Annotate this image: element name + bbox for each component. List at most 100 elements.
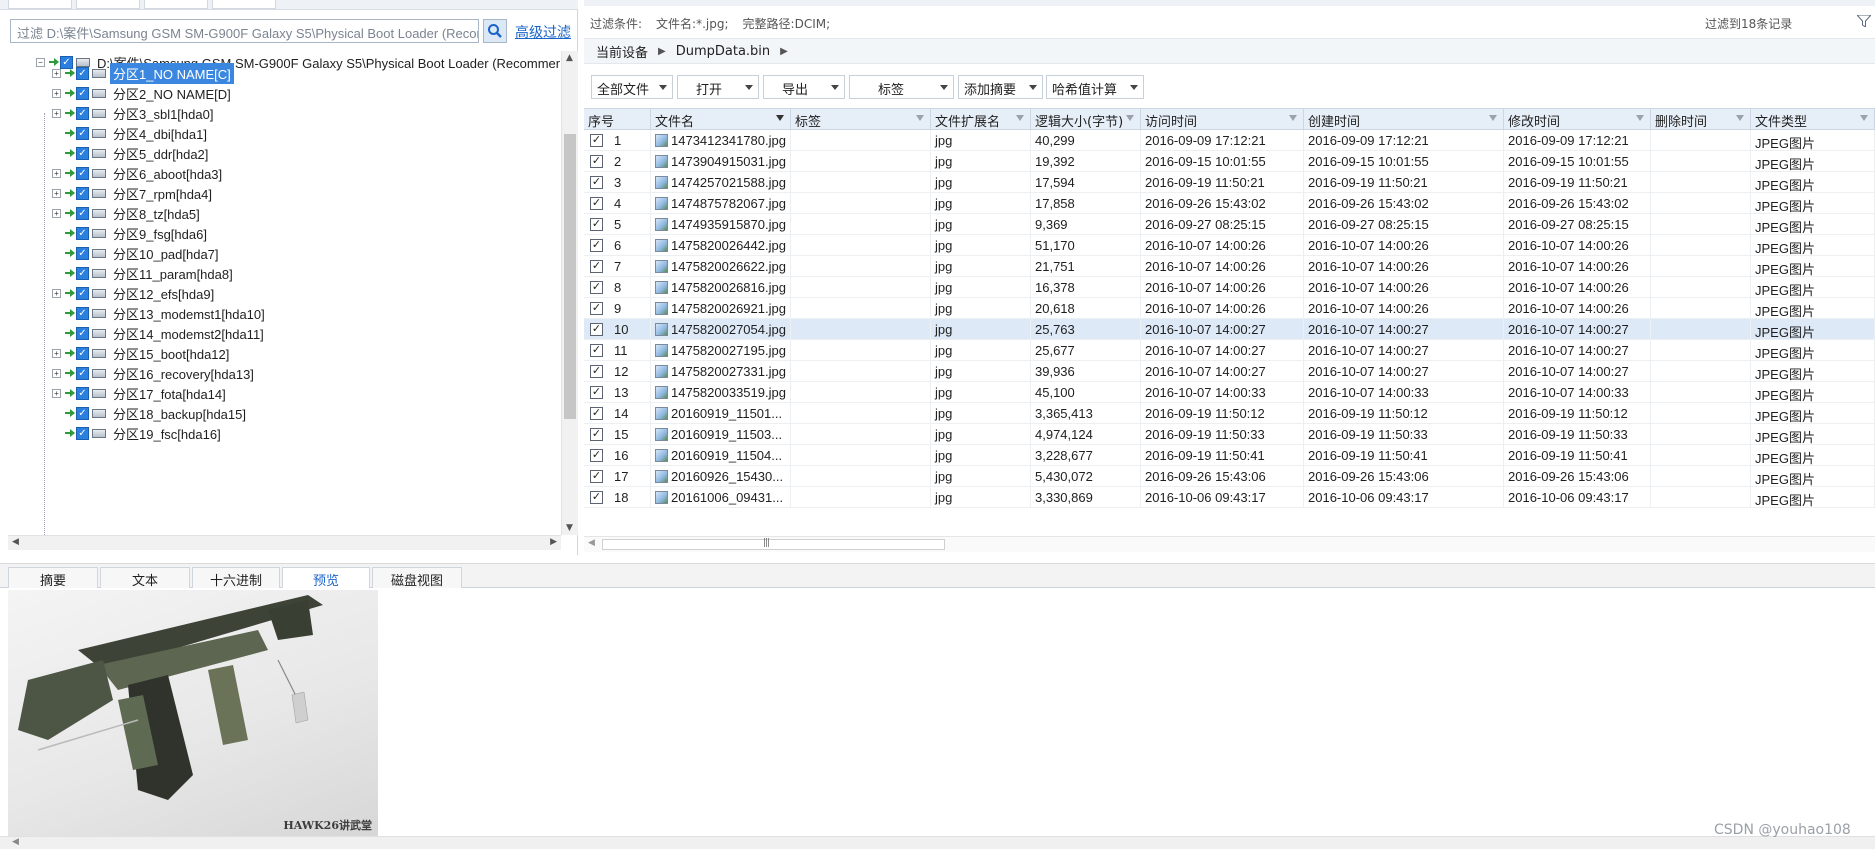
column-filter-icon[interactable] [916,115,924,121]
tree-item-partition[interactable]: ✓ 分区4_dbi[hda1] [52,122,210,144]
tree-checkbox[interactable]: ✓ [76,326,89,340]
table-row[interactable]: ✓ 1 1473412341780.jpg jpg 40,299 2016-09-09 1… [584,130,1875,151]
table-row[interactable]: ✓ 14 20160919_11501... jpg 3,365,413 2016-09-… [584,403,1875,424]
header-col-tag[interactable]: 标签 [791,109,931,130]
row-checkbox[interactable]: ✓ [590,239,603,252]
header-col-access-time[interactable]: 访问时间 [1141,109,1304,130]
tree-checkbox[interactable]: ✓ [76,406,89,420]
header-col-modified-time[interactable]: 修改时间 [1504,109,1651,130]
row-checkbox[interactable]: ✓ [590,197,603,210]
table-row[interactable]: ✓ 12 1475820027331.jpg jpg 39,936 2016-10-07 … [584,361,1875,382]
tab-preview[interactable]: 预览 [282,567,370,590]
expand-icon[interactable]: + [52,68,61,78]
tree-checkbox[interactable]: ✓ [76,226,89,240]
column-filter-icon[interactable] [1016,115,1024,121]
column-filter-icon[interactable] [1860,115,1868,121]
tree-checkbox[interactable]: ✓ [76,186,89,200]
tree-checkbox[interactable]: ✓ [76,246,89,260]
tree-item-partition[interactable]: ✓ 分区14_modemst2[hda11] [52,322,267,344]
tree-item-partition[interactable]: + ✓ 分区16_recovery[hda13] [52,362,257,384]
advanced-filter-link[interactable]: 高级过滤 [515,22,571,42]
tree-item-partition[interactable]: + ✓ 分区15_boot[hda12] [52,342,232,364]
tree-item-partition[interactable]: + ✓ 分区2_NO NAME[D] [52,82,234,104]
table-row[interactable]: ✓ 16 20160919_11504... jpg 3,228,677 2016-09-… [584,445,1875,466]
tree-checkbox[interactable]: ✓ [76,86,89,100]
filter-funnel-icon[interactable] [1857,15,1871,27]
scroll-thumb[interactable] [564,134,576,419]
row-checkbox[interactable]: ✓ [590,365,603,378]
row-checkbox[interactable]: ✓ [590,428,603,441]
table-row[interactable]: ✓ 5 1474935915870.jpg jpg 9,369 2016-09-27 08… [584,214,1875,235]
row-checkbox[interactable]: ✓ [590,449,603,462]
tree-checkbox[interactable]: ✓ [76,386,89,400]
tree-item-partition[interactable]: + ✓ 分区17_fota[hda14] [52,382,229,404]
table-row[interactable]: ✓ 8 1475820026816.jpg jpg 16,378 2016-10-07 1… [584,277,1875,298]
column-filter-icon[interactable] [1126,115,1134,121]
scroll-left-icon[interactable]: ◀ [588,538,595,548]
breadcrumb-item-device[interactable]: 当前设备 [596,42,648,61]
tree-item-partition[interactable]: ✓ 分区18_backup[hda15] [52,402,249,424]
scroll-right-icon[interactable]: ▶ [550,537,557,547]
tab-summary[interactable]: 摘要 [8,567,98,589]
tag-dropdown[interactable]: 标签 [849,75,954,99]
tree-item-partition[interactable]: + ✓ 分区12_efs[hda9] [52,282,217,304]
table-row[interactable]: ✓ 7 1475820026622.jpg jpg 21,751 2016-10-07 1… [584,256,1875,277]
tree-checkbox[interactable]: ✓ [76,126,89,140]
row-checkbox[interactable]: ✓ [590,176,603,189]
table-row[interactable]: ✓ 6 1475820026442.jpg jpg 51,170 2016-10-07 1… [584,235,1875,256]
collapse-icon[interactable]: − [36,57,45,67]
header-col-extension[interactable]: 文件扩展名 [931,109,1031,130]
column-filter-icon[interactable] [1636,115,1644,121]
tree-item-partition[interactable]: ✓ 分区10_pad[hda7] [52,242,222,264]
breadcrumb-item-dumpdata[interactable]: DumpData.bin [676,44,770,59]
search-button[interactable] [483,19,507,43]
scroll-left-icon[interactable]: ◀ [12,837,19,847]
tree-checkbox[interactable]: ✓ [76,146,89,160]
row-checkbox[interactable]: ✓ [590,344,603,357]
tree-item-partition[interactable]: ✓ 分区13_modemst1[hda10] [52,302,268,324]
row-checkbox[interactable]: ✓ [590,407,603,420]
tree-checkbox[interactable]: ✓ [76,286,89,300]
scroll-thumb[interactable] [602,539,945,550]
row-checkbox[interactable]: ✓ [590,281,603,294]
tree-checkbox[interactable]: ✓ [76,346,89,360]
hash-calc-dropdown[interactable]: 哈希值计算 [1046,75,1144,99]
expand-icon[interactable]: + [52,348,61,358]
row-checkbox[interactable]: ✓ [590,323,603,336]
column-filter-icon[interactable] [776,115,784,121]
table-row[interactable]: ✓ 10 1475820027054.jpg jpg 25,763 2016-10-07 … [584,319,1875,340]
table-row[interactable]: ✓ 13 1475820033519.jpg jpg 45,100 2016-10-07 … [584,382,1875,403]
all-files-dropdown[interactable]: 全部文件 [591,75,673,99]
tree-item-partition[interactable]: ✓ 分区5_ddr[hda2] [52,142,211,164]
column-filter-icon[interactable] [1289,115,1297,121]
column-filter-icon[interactable] [1736,115,1744,121]
tree-item-partition[interactable]: + ✓ 分区7_rpm[hda4] [52,182,215,204]
table-row[interactable]: ✓ 17 20160926_15430... jpg 5,430,072 2016-09-… [584,466,1875,487]
table-row[interactable]: ✓ 4 1474875782067.jpg jpg 17,858 2016-09-26 1… [584,193,1875,214]
header-col-size[interactable]: 逻辑大小(字节) [1031,109,1141,130]
open-dropdown[interactable]: 打开 [677,75,759,99]
row-checkbox[interactable]: ✓ [590,155,603,168]
tree-item-partition[interactable]: + ✓ 分区3_sbl1[hda0] [52,102,216,124]
expand-icon[interactable]: + [52,288,61,298]
tree-item-partition[interactable]: + ✓ 分区6_aboot[hda3] [52,162,225,184]
scroll-up-icon[interactable]: ▲ [566,53,573,63]
tree-checkbox[interactable]: ✓ [76,66,89,80]
tree-checkbox[interactable]: ✓ [76,306,89,320]
expand-icon[interactable]: + [52,108,61,118]
top-tab-2[interactable] [76,0,140,9]
table-horizontal-scrollbar[interactable]: ◀ ||| [584,536,1875,552]
tree-item-partition[interactable]: + ✓ 分区1_NO NAME[C] [52,62,234,84]
row-checkbox[interactable]: ✓ [590,260,603,273]
header-col-created-time[interactable]: 创建时间 [1304,109,1504,130]
table-row[interactable]: ✓ 3 1474257021588.jpg jpg 17,594 2016-09-19 1… [584,172,1875,193]
column-filter-icon[interactable] [1489,115,1497,121]
table-row[interactable]: ✓ 9 1475820026921.jpg jpg 20,618 2016-10-07 1… [584,298,1875,319]
row-checkbox[interactable]: ✓ [590,470,603,483]
row-checkbox[interactable]: ✓ [590,491,603,504]
expand-icon[interactable]: + [52,188,61,198]
tree-vertical-scrollbar[interactable]: ▲ ▼ [561,51,578,535]
top-tab-4[interactable] [212,0,276,9]
header-col-deleted-time[interactable]: 删除时间 [1651,109,1751,130]
tree-item-partition[interactable]: + ✓ 分区8_tz[hda5] [52,202,203,224]
